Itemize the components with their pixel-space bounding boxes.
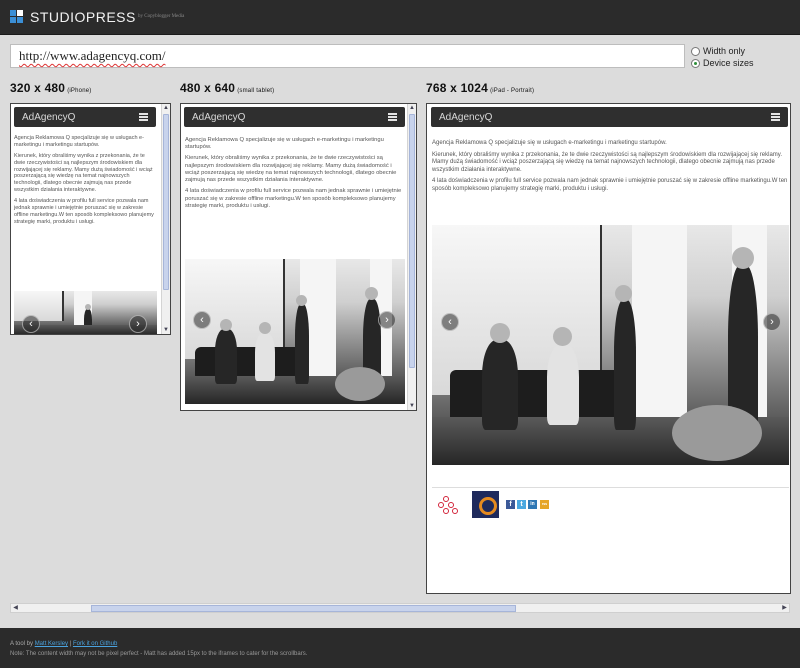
device-size: 320 x 480 [10,81,66,95]
facebook-icon[interactable]: f [506,500,515,509]
footer-note: Note: The content width may not be pixel… [10,651,308,657]
ipad-frame[interactable]: AdAgencyQ Agencja Reklamowa Q specjalizu… [426,103,791,594]
device-name: (iPhone) [67,88,92,94]
device-heading-small-tablet: 480 x 640 (small tablet) [180,81,274,95]
author-link[interactable]: Matt Kersley [35,641,68,647]
linkedin-icon[interactable]: in [528,500,537,509]
office-photo: ‹ › [14,291,157,334]
app-footer: A tool by Matt Kersley | Fork it on Gith… [0,628,800,668]
site-paragraph: Agencja Reklamowa Q specjalizuje się w u… [432,140,667,146]
device-sizes-option[interactable]: Device sizes [691,57,754,69]
site-paragraph: Kierunek, który obraliśmy wynika z przek… [432,151,783,173]
horizontal-scrollbar[interactable]: ◀ ▶ [10,603,790,613]
width-only-radio[interactable] [691,46,700,56]
scroll-up-icon[interactable]: ▲ [408,104,416,112]
menu-icon[interactable] [139,112,148,123]
device-sizes-radio[interactable] [691,58,700,68]
scroll-left-icon[interactable]: ◀ [11,604,20,612]
width-only-option[interactable]: Width only [691,45,745,57]
iphone-frame[interactable]: AdAgencyQ Agencja Reklamowa Q specjalizu… [10,103,171,335]
menu-icon[interactable] [388,112,397,123]
scroll-right-icon[interactable]: ▶ [780,604,789,612]
brand-name[interactable]: STUDIOPRESS [30,9,136,25]
chevron-left-icon[interactable]: ‹ [193,311,211,329]
footer-credits: A tool by Matt Kersley | Fork it on Gith… [10,641,800,647]
site-brand[interactable]: AdAgencyQ [22,112,75,123]
device-name: (small tablet) [237,88,275,94]
device-size: 480 x 640 [180,81,236,95]
office-photo: ‹ › [185,259,405,404]
site-content: Agencja Reklamowa Q specjalizuje się w u… [432,140,788,197]
scroll-up-icon[interactable]: ▲ [162,104,170,112]
partner-logos: f t in rss [432,487,789,521]
site-paragraph: Agencja Reklamowa Q specjalizuje się w u… [14,135,144,148]
site-header: AdAgencyQ [14,107,156,127]
device-heading-iphone: 320 x 480 (iPhone) [10,81,91,95]
footer-separator: | [69,641,72,647]
chevron-right-icon[interactable]: › [129,315,147,333]
menu-icon[interactable] [771,112,780,123]
footer-prefix: A tool by [10,641,34,647]
scroll-thumb[interactable] [91,605,516,612]
device-name: (iPad - Portrait) [490,88,535,94]
device-heading-ipad: 768 x 1024 (iPad - Portrait) [426,81,534,95]
rss-icon[interactable]: rss [540,500,549,509]
device-sizes-label: Device sizes [703,58,754,68]
site-header: AdAgencyQ [431,107,788,127]
app-header: STUDIOPRESS by Copyblogger Media [0,0,800,35]
scroll-down-icon[interactable]: ▼ [162,326,170,334]
site-paragraph: 4 lata doświadczenia w profilu full serv… [432,178,788,192]
iphone-scrollbar[interactable]: ▲ ▼ [161,104,170,334]
scroll-down-icon[interactable]: ▼ [408,402,416,410]
chevron-right-icon[interactable]: › [763,313,781,331]
agency-q-logo-icon [472,491,499,518]
hexagon-logo-icon [438,496,460,516]
site-paragraph: Agencja Reklamowa Q specjalizuje się w u… [185,137,384,151]
site-paragraph: Kierunek, który obraliśmy wynika z przek… [14,152,153,194]
brand-byline: by Copyblogger Media [138,14,185,19]
site-brand[interactable]: AdAgencyQ [439,112,492,123]
chevron-left-icon[interactable]: ‹ [22,315,40,333]
device-size: 768 x 1024 [426,81,489,95]
chevron-left-icon[interactable]: ‹ [441,313,459,331]
url-input[interactable]: http://www.adagencyq.com/ [10,44,685,68]
small-tablet-scrollbar[interactable]: ▲ ▼ [407,104,416,410]
chevron-right-icon[interactable]: › [378,311,396,329]
site-header: AdAgencyQ [184,107,405,127]
office-photo: ‹ › [432,225,789,465]
twitter-icon[interactable]: t [517,500,526,509]
site-content: Agencja Reklamowa Q specjalizuje się w u… [185,137,405,214]
studiopress-logo-icon [10,10,24,24]
site-brand[interactable]: AdAgencyQ [192,112,245,123]
site-paragraph: Kierunek, który obraliśmy wynika z przek… [185,155,397,184]
small-tablet-frame[interactable]: AdAgencyQ Agencja Reklamowa Q specjalizu… [180,103,417,411]
site-content: Agencja Reklamowa Q specjalizuje się w u… [14,135,157,230]
width-only-label: Width only [703,46,746,56]
scroll-thumb[interactable] [409,114,415,368]
scroll-thumb[interactable] [163,114,169,290]
url-value: http://www.adagencyq.com/ [19,48,166,63]
github-fork-link[interactable]: Fork it on Github [73,641,117,647]
site-paragraph: 4 lata doświadczenia w profilu full serv… [185,188,402,209]
site-paragraph: 4 lata doświadczenia w profilu full serv… [14,198,154,225]
